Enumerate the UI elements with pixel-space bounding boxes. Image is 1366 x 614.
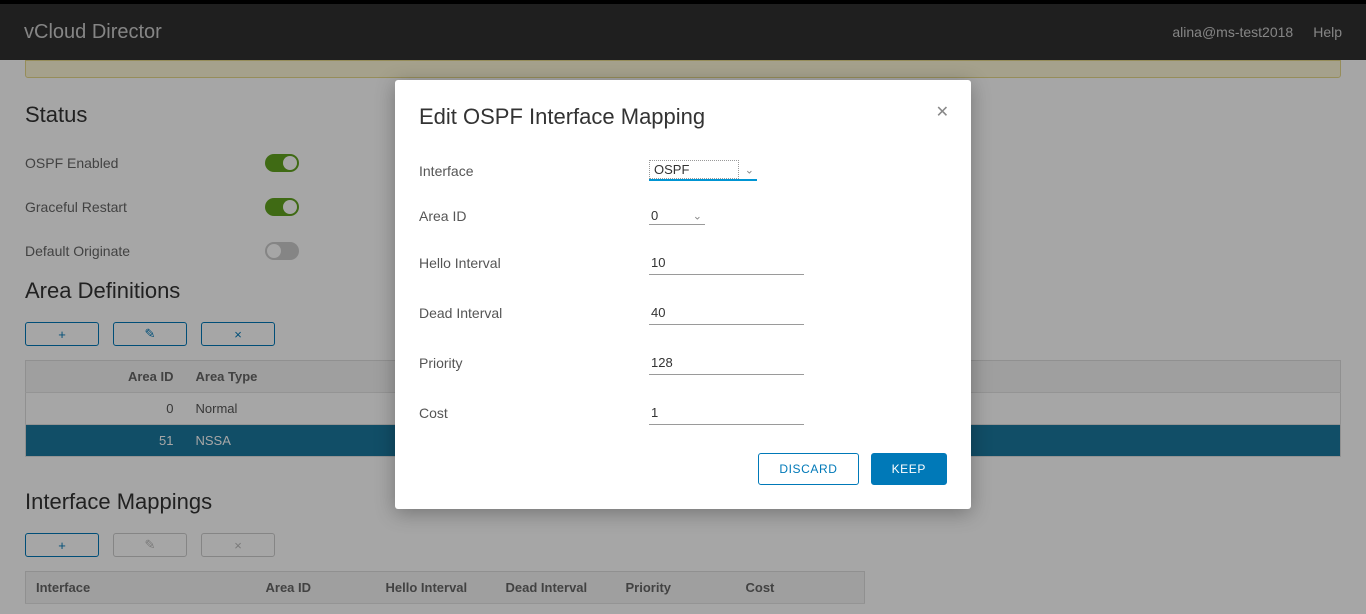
chevron-down-icon: ⌄ bbox=[745, 163, 754, 176]
interface-label: Interface bbox=[419, 163, 649, 179]
hello-interval-label: Hello Interval bbox=[419, 255, 649, 271]
cost-input[interactable] bbox=[649, 401, 804, 425]
interface-select[interactable]: OSPF ⌄ bbox=[649, 160, 757, 181]
discard-button[interactable]: DISCARD bbox=[758, 453, 858, 485]
keep-button[interactable]: KEEP bbox=[871, 453, 947, 485]
dead-interval-label: Dead Interval bbox=[419, 305, 649, 321]
area-id-select-value: 0 bbox=[649, 207, 679, 224]
priority-input[interactable] bbox=[649, 351, 804, 375]
dead-interval-input[interactable] bbox=[649, 301, 804, 325]
interface-select-value: OSPF bbox=[649, 160, 739, 179]
area-id-select[interactable]: 0 ⌄ bbox=[649, 207, 705, 225]
close-icon[interactable]: ✕ bbox=[936, 102, 949, 122]
area-id-label: Area ID bbox=[419, 208, 649, 224]
chevron-down-icon: ⌄ bbox=[693, 209, 702, 222]
hello-interval-input[interactable] bbox=[649, 251, 804, 275]
edit-ospf-interface-modal: ✕ Edit OSPF Interface Mapping Interface … bbox=[395, 80, 971, 509]
modal-title: Edit OSPF Interface Mapping bbox=[419, 104, 947, 130]
priority-label: Priority bbox=[419, 355, 649, 371]
modal-scrim: ✕ Edit OSPF Interface Mapping Interface … bbox=[0, 0, 1366, 614]
cost-label: Cost bbox=[419, 405, 649, 421]
